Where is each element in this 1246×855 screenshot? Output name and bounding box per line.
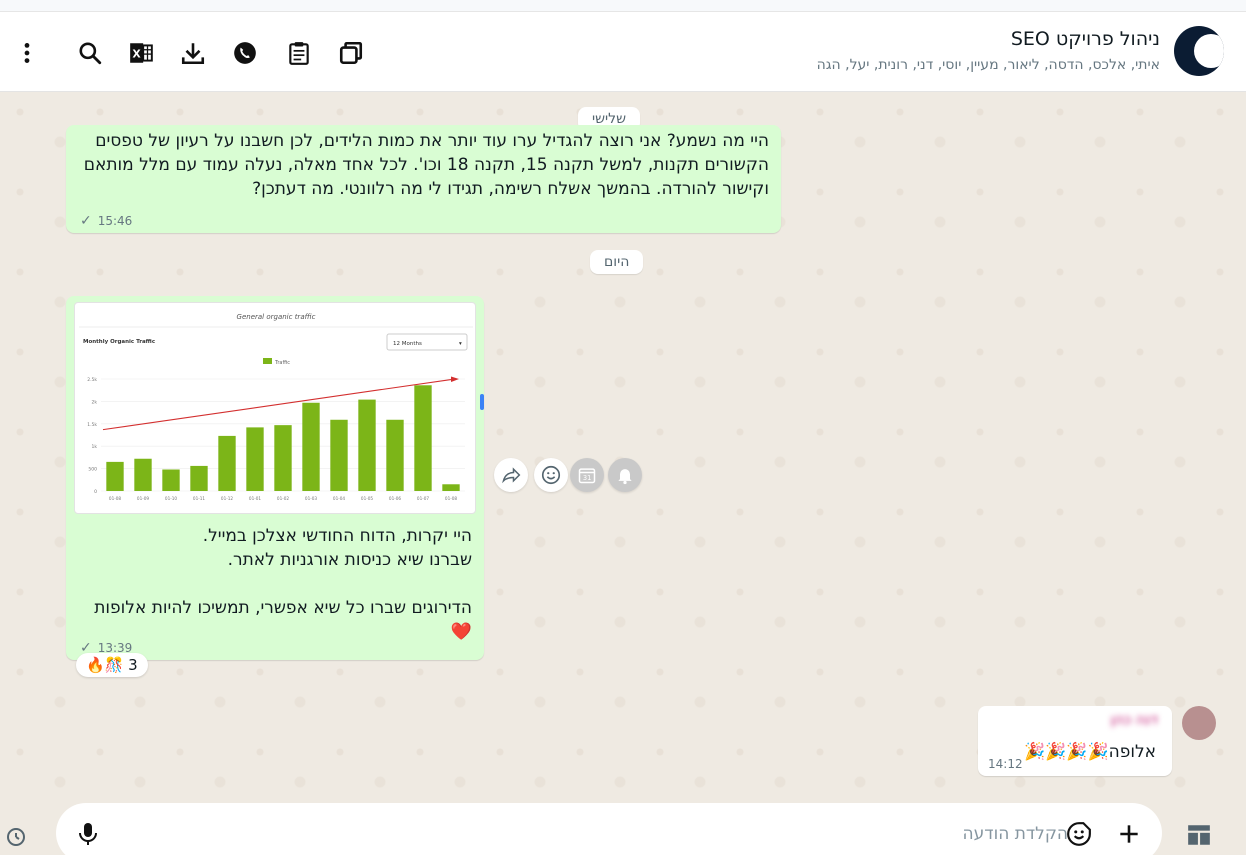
chart-xtick-label: 01-04	[333, 496, 346, 501]
chart-bar	[414, 385, 432, 491]
chart-legend-label: Traffic	[274, 360, 290, 366]
chart-xtick-label: 01-03	[305, 496, 318, 501]
chart-title: General organic traffic	[237, 313, 316, 321]
message-text: היי יקרות, הדוח החודשי אצלכן במייל. שברנ…	[94, 526, 472, 642]
image-resize-handle[interactable]	[480, 394, 484, 410]
message-bubble-outgoing[interactable]: היי מה נשמע? אני רוצה להגדיל ערו עוד יות…	[66, 125, 781, 233]
message-time: 15:46	[97, 214, 133, 228]
chart-ytick-label: 0	[94, 489, 97, 495]
chart-ytick-label: 2k	[92, 399, 98, 405]
chart-svg: General organic traffic Monthly Organic T…	[79, 313, 473, 501]
chart-ytick-label: 1.5k	[87, 422, 97, 428]
chart-xtick-label: 01-12	[221, 496, 234, 501]
group-avatar[interactable]	[1174, 26, 1224, 76]
alarm-clock-icon[interactable]	[4, 824, 28, 848]
download-icon[interactable]	[178, 38, 208, 68]
menu-dots-icon[interactable]	[12, 38, 42, 68]
chart-bar	[106, 461, 124, 491]
sender-avatar[interactable]	[1182, 706, 1216, 740]
chart-xtick-label: 01-10	[165, 496, 178, 501]
chart-legend-swatch	[263, 358, 272, 364]
chart-xtick-label: 01-06	[389, 496, 402, 501]
search-icon[interactable]	[75, 38, 105, 68]
chart-xtick-label: 01-05	[361, 496, 374, 501]
forward-icon[interactable]	[494, 458, 528, 492]
chat-header: X ניהול פרויקט SEO איתי, אלכס, הדסה, ליא…	[0, 12, 1246, 92]
clipboard-icon[interactable]	[284, 38, 314, 68]
chart-image[interactable]: General organic traffic Monthly Organic T…	[74, 302, 476, 514]
sender-name: דנה כהן	[1110, 712, 1158, 728]
calendar-icon[interactable]: 31	[570, 458, 604, 492]
sent-check-icon: ✓	[80, 213, 92, 229]
chart-bar	[246, 427, 264, 491]
whatsapp-icon[interactable]	[230, 38, 260, 68]
chart-xtick-label: 01-07	[417, 496, 430, 501]
message-bubble-incoming[interactable]: דנה כהן אלופה🎉🎉🎉🎉 14:12	[978, 706, 1172, 776]
chart-xtick-label: 01-11	[193, 496, 206, 501]
chart-xtick-label: 01-09	[137, 496, 150, 501]
bell-icon[interactable]	[608, 458, 642, 492]
sticker-icon[interactable]	[1066, 821, 1092, 847]
chart-bar	[358, 399, 376, 491]
svg-text:X: X	[132, 47, 141, 60]
chart-bar	[134, 458, 152, 491]
chart-trend-arrowhead	[451, 376, 459, 383]
composer-bar: הקלדת הודעה	[0, 800, 1246, 855]
microphone-icon[interactable]	[76, 821, 100, 847]
layout-icon[interactable]	[1186, 822, 1212, 848]
chart-ytick-label: 500	[88, 467, 97, 473]
chat-title[interactable]: ניהול פרויקט SEO	[1011, 28, 1160, 50]
chart-subtitle: Monthly Organic Traffic	[83, 339, 155, 345]
chart-dropdown-chevron: ▾	[459, 341, 462, 347]
message-text: היי מה נשמע? אני רוצה להגדיל ערו עוד יות…	[78, 131, 769, 199]
message-time: 14:12	[988, 757, 1023, 771]
plus-icon[interactable]	[1116, 821, 1142, 847]
emoji-react-icon[interactable]	[534, 458, 568, 492]
chart-ytick-label: 2.5k	[87, 377, 97, 383]
svg-text:31: 31	[583, 474, 591, 482]
message-meta: ✓ 15:46	[80, 213, 132, 229]
chart-bar	[162, 469, 180, 491]
reactions-summary: 🔥🎊 3	[86, 656, 138, 674]
chart-bar	[274, 425, 292, 491]
chart-bar	[190, 465, 208, 491]
chat-area[interactable]: שלישי היי מה נשמע? אני רוצה להגדיל ערו ע…	[0, 92, 1246, 800]
chart-xtick-label: 01-08	[445, 496, 458, 501]
chart-bar	[442, 484, 460, 491]
date-chip-today: היום	[590, 250, 644, 274]
message-text: אלופה🎉🎉🎉🎉	[1023, 742, 1156, 762]
message-placeholder: הקלדת הודעה	[962, 824, 1068, 844]
chart-xtick-label: 01-08	[109, 496, 122, 501]
chart-bar	[330, 419, 348, 491]
top-strip	[0, 0, 1246, 12]
copy-icon[interactable]	[336, 38, 366, 68]
chart-bar	[302, 402, 320, 491]
chart-dropdown-label: 12 Months	[393, 341, 422, 347]
chart-bar	[386, 419, 404, 491]
chart-bar	[218, 435, 236, 491]
chat-participants: איתי, אלכס, הדסה, ליאור, מעיין, יוסי, דנ…	[816, 57, 1160, 73]
message-bubble-outgoing-image[interactable]: General organic traffic Monthly Organic T…	[66, 296, 484, 660]
message-input[interactable]: הקלדת הודעה	[56, 803, 1162, 855]
chart-xtick-label: 01-01	[249, 496, 262, 501]
chart-xtick-label: 01-02	[277, 496, 290, 501]
excel-icon[interactable]: X	[126, 38, 156, 68]
message-reactions[interactable]: 🔥🎊 3	[76, 653, 148, 677]
chart-ytick-label: 1k	[92, 444, 98, 450]
